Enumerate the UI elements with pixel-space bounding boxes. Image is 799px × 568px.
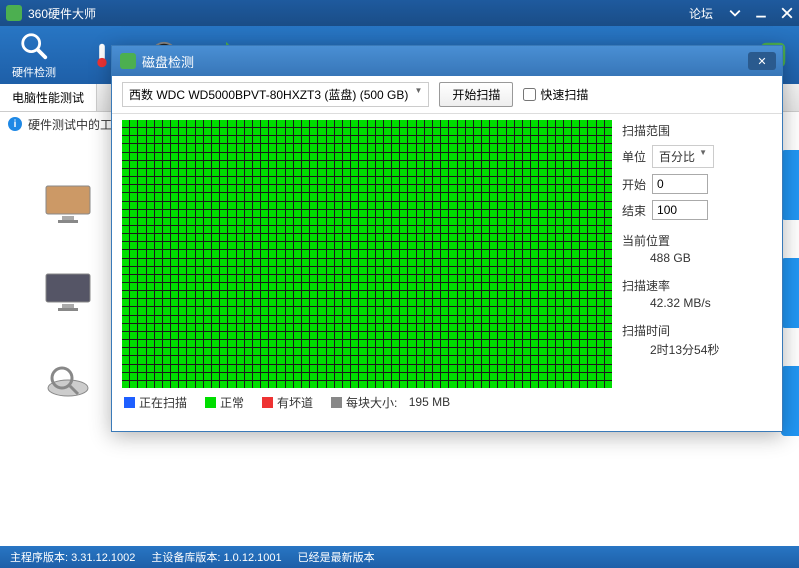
pos-value: 488 GB xyxy=(622,251,772,265)
blocksize-color-icon xyxy=(331,397,342,408)
scanning-color-icon xyxy=(124,397,135,408)
display-icon[interactable] xyxy=(40,180,96,228)
speed-label: 扫描速率 xyxy=(622,277,772,294)
latest-version-text: 已经是最新版本 xyxy=(298,549,375,565)
side-tab-2[interactable] xyxy=(781,258,799,328)
hw-detect-button[interactable]: 硬件检测 xyxy=(12,30,56,80)
app-logo-icon xyxy=(6,5,22,21)
disk-scan-dialog: 磁盘检测 ✕ 西数 WDC WD5000BPVT-80HXZT3 (蓝盘) (5… xyxy=(111,45,783,432)
scan-grid xyxy=(122,120,612,388)
dialog-title: 磁盘检测 xyxy=(142,52,194,71)
quick-scan-label: 快速扫描 xyxy=(540,86,588,103)
sidebar xyxy=(40,180,96,404)
perf-test-tab[interactable]: 电脑性能测试 xyxy=(0,84,97,111)
dialog-toolbar: 西数 WDC WD5000BPVT-80HXZT3 (蓝盘) (500 GB) … xyxy=(112,76,782,114)
side-tabs xyxy=(781,150,799,436)
quick-scan-input[interactable] xyxy=(523,88,536,101)
info-panel: 扫描范围 单位 百分比 开始 结束 当前位置 488 GB 扫描速率 42.32… xyxy=(622,120,772,388)
dialog-titlebar[interactable]: 磁盘检测 ✕ xyxy=(112,46,782,76)
titlebar: 360硬件大师 论坛 xyxy=(0,0,799,26)
bad-color-icon xyxy=(262,397,273,408)
statusbar: 主程序版本: 3.31.12.1002 主设备库版本: 1.0.12.1001 … xyxy=(0,546,799,568)
normal-color-icon xyxy=(205,397,216,408)
minimize-button[interactable] xyxy=(749,3,773,23)
disk-select[interactable]: 西数 WDC WD5000BPVT-80HXZT3 (蓝盘) (500 GB) xyxy=(122,82,429,107)
pos-label: 当前位置 xyxy=(622,232,772,249)
legend: 正在扫描 正常 有坏道 每块大小: 195 MB xyxy=(112,388,782,416)
disk-scan-icon[interactable] xyxy=(40,356,96,404)
dialog-close-button[interactable]: ✕ xyxy=(748,52,776,70)
close-button[interactable] xyxy=(775,3,799,23)
end-input[interactable] xyxy=(652,200,708,220)
start-scan-button[interactable]: 开始扫描 xyxy=(439,82,513,107)
speed-value: 42.32 MB/s xyxy=(622,296,772,310)
legend-bad: 有坏道 xyxy=(277,394,313,411)
side-tab-1[interactable] xyxy=(781,150,799,220)
quick-scan-checkbox[interactable]: 快速扫描 xyxy=(523,86,588,103)
scan-range-label: 扫描范围 xyxy=(622,122,772,139)
db-ver-value: 1.0.12.1001 xyxy=(223,552,281,564)
db-ver-label: 主设备库版本: xyxy=(151,552,220,564)
app-title: 360硬件大师 xyxy=(28,5,96,22)
legend-normal: 正常 xyxy=(220,394,244,411)
start-input[interactable] xyxy=(652,174,708,194)
main-ver-label: 主程序版本: xyxy=(10,552,68,564)
side-tab-3[interactable] xyxy=(781,366,799,436)
start-label: 开始 xyxy=(622,176,646,193)
legend-scanning: 正在扫描 xyxy=(139,394,187,411)
legend-blocksize-value: 195 MB xyxy=(409,395,450,409)
hw-detect-label: 硬件检测 xyxy=(12,64,56,80)
magnifier-icon xyxy=(18,30,50,62)
forum-link[interactable]: 论坛 xyxy=(681,5,721,22)
unit-label: 单位 xyxy=(622,148,646,165)
end-label: 结束 xyxy=(622,202,646,219)
dropdown-icon[interactable] xyxy=(723,3,747,23)
dialog-icon xyxy=(120,53,136,69)
info-icon: i xyxy=(8,117,22,131)
unit-select[interactable]: 百分比 xyxy=(652,145,714,168)
main-ver-value: 3.31.12.1002 xyxy=(71,552,135,564)
time-label: 扫描时间 xyxy=(622,322,772,339)
legend-blocksize-label: 每块大小: xyxy=(346,394,397,411)
time-value: 2时13分54秒 xyxy=(622,341,772,358)
computer-icon[interactable] xyxy=(40,268,96,316)
notice-text: 硬件测试中的工 xyxy=(28,116,112,133)
